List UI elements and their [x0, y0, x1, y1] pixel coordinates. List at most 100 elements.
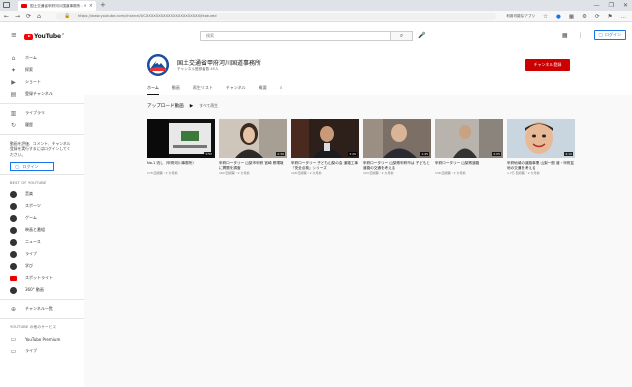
channel-avatar[interactable] — [147, 54, 169, 76]
live-icon — [10, 250, 17, 258]
forward-icon[interactable]: → — [15, 12, 20, 21]
sidebar-item-shorts[interactable]: ▶ ショート — [0, 76, 84, 88]
sidebar-item-browse-channels[interactable]: ⊕ チャンネル一覧 — [0, 303, 84, 315]
tab-close-icon[interactable]: × — [89, 3, 93, 9]
video-meta: 108 回視聴・2 か月前 — [291, 171, 322, 175]
user-icon: ◯ — [598, 32, 603, 37]
sidebar-item-label: YouTube Premium — [25, 336, 61, 342]
sidebar-divider — [0, 318, 84, 320]
uploads-section-header: アップロード動画 ▶ すべて再生 — [147, 103, 218, 109]
video-duration: 2:30 — [276, 152, 285, 156]
explore-icon: ✦ — [10, 66, 17, 74]
login-label: ログイン — [605, 32, 621, 37]
login-button[interactable]: ◯ ログイン — [593, 30, 626, 40]
lock-icon: 🔒 — [64, 13, 71, 19]
video-card[interactable]: 2:30 甲府ロータリー 山梨市甲府 宮崎 県環境に問題を調査 162 回視聴・… — [219, 119, 287, 175]
video-card[interactable]: 2:05 甲府ロータリー 山梨県道路 136 回視聴・2 か月前 — [435, 119, 503, 175]
minimize-icon[interactable]: — — [594, 1, 600, 10]
sidebar-item-label: 映画と番組 — [25, 227, 45, 233]
sidebar-item-360-video[interactable]: 360° 動画 — [0, 284, 84, 296]
feedback-icon[interactable]: ⚑ — [608, 14, 613, 20]
sidebar-item-subscriptions[interactable]: ▤ 登録チャンネル — [0, 88, 84, 100]
browser-more-icon[interactable]: … — [621, 14, 627, 20]
settings-icon[interactable]: ⚙ — [582, 14, 587, 20]
url-field[interactable]: 🔒 https://www.youtube.com/channel/UCXXXX… — [56, 13, 496, 20]
home-icon[interactable]: ⌂ — [37, 12, 41, 21]
apps-grid-icon[interactable]: ▦ — [562, 32, 568, 39]
video-thumbnail[interactable]: 3:20 — [291, 119, 359, 158]
mountain-logo-icon — [147, 54, 169, 76]
video-thumbnail[interactable]: 1:45 — [363, 119, 431, 158]
sidebar-divider — [0, 103, 84, 104]
maximize-icon[interactable]: ❐ — [609, 1, 614, 10]
news-icon — [10, 238, 17, 246]
youtube-logo[interactable]: YouTube JP — [24, 33, 64, 40]
sidebar-item-library[interactable]: ▥ ライブラリ — [0, 107, 84, 119]
video-meta: 176 回視聴・2 か月前 — [147, 171, 178, 175]
sidebar-item-home[interactable]: ⌂ ホーム — [0, 52, 84, 64]
video-shelf: 1:52 No.1 流し（甲府河川事務所） 176 回視聴・2 か月前 2:30… — [147, 119, 575, 175]
sidebar-item-learning[interactable]: 学び — [0, 260, 84, 272]
video-thumbnail[interactable]: 1:52 — [147, 119, 215, 158]
collections-icon[interactable]: ▦ — [569, 14, 574, 20]
sidebar-item-explore[interactable]: ✦ 探索 — [0, 64, 84, 76]
login-prompt: 動画を評価、コメント、チャンネル登録を実行するにはログインしてください。 — [10, 141, 71, 157]
video-card[interactable]: 4:10 甲府地域の道路事業 山梨一般 道・甲府盆地の交通を考える 1.7万 回… — [507, 119, 575, 175]
play-all-icon[interactable]: ▶ — [190, 104, 194, 109]
sidebar-item-movies[interactable]: 映画と番組 — [0, 224, 84, 236]
video-title[interactable]: No.1 流し（甲府河川事務所） — [147, 161, 215, 171]
tab-videos[interactable]: 動画 — [172, 83, 180, 95]
mic-icon[interactable]: 🎤 — [418, 32, 425, 40]
subscribe-button[interactable]: チャンネル登録 — [525, 59, 570, 71]
sidebar-item-sports[interactable]: スポーツ — [0, 200, 84, 212]
video-card[interactable]: 1:45 甲府ロータリー 山梨県甲府市は 子どもと道路の交通を考える 103 回… — [363, 119, 431, 175]
channel-search-icon[interactable]: ⌕ — [280, 83, 283, 95]
video-thumbnail[interactable]: 2:30 — [219, 119, 287, 158]
search-button[interactable]: ⌕ — [391, 31, 413, 41]
sidebar-item-spotlight[interactable]: スポットライト — [0, 272, 84, 284]
video-title[interactable]: 甲府ロータリー 山梨県道路 — [435, 161, 503, 171]
history-icon: ↻ — [10, 121, 17, 129]
video-title[interactable]: 甲府地域の道路事業 山梨一般 道・甲府盆地の交通を考える — [507, 161, 575, 171]
tab-home[interactable]: ホーム — [147, 83, 159, 95]
video-title[interactable]: 甲府ロータリー 子ども山梨の会 道路工事『安全点検』シリーズ — [291, 161, 359, 171]
video-card[interactable]: 1:52 No.1 流し（甲府河川事務所） 176 回視聴・2 か月前 — [147, 119, 215, 175]
reload-icon[interactable]: ⟳ — [26, 12, 31, 21]
window-menu-icon[interactable] — [3, 2, 10, 8]
sidebar-item-label: ニュース — [25, 239, 41, 245]
video-title[interactable]: 甲府ロータリー 山梨県甲府市は 子どもと道路の交通を考える — [363, 161, 431, 171]
sidebar-item-live-more[interactable]: ▭ ライブ — [0, 345, 84, 357]
channel-name: 国土交通省甲府河川国道事務所 — [177, 60, 262, 67]
add-circle-icon: ⊕ — [10, 305, 17, 313]
search-input[interactable]: 検索 — [200, 31, 391, 41]
tab-about[interactable]: 概要 — [259, 83, 267, 95]
back-icon[interactable]: ← — [4, 12, 9, 21]
sidebar-item-news[interactable]: ニュース — [0, 236, 84, 248]
sidebar-item-gaming[interactable]: ゲーム — [0, 212, 84, 224]
new-tab-button[interactable]: + — [100, 1, 106, 10]
section-title[interactable]: アップロード動画 — [147, 103, 184, 109]
sync-icon[interactable]: ⟳ — [595, 14, 600, 20]
sidebar-item-live[interactable]: ライブ — [0, 248, 84, 260]
video-meta: 103 回視聴・2 か月前 — [363, 171, 394, 175]
sidebar-item-premium[interactable]: ▭ YouTube Premium — [0, 333, 84, 345]
movies-icon — [10, 226, 17, 234]
sidebar-login-button[interactable]: ◯ ログイン — [10, 162, 54, 172]
favorite-star-icon[interactable]: ☆ — [543, 14, 548, 20]
hamburger-menu-icon[interactable]: ≡ — [11, 32, 17, 39]
more-options-icon[interactable]: ⋮ — [578, 32, 584, 39]
apps-available-label[interactable]: 利用可能なアプリ — [506, 14, 535, 19]
window-close-icon[interactable]: ✕ — [623, 1, 628, 10]
video-thumbnail[interactable]: 4:10 — [507, 119, 575, 158]
tab-channels[interactable]: チャンネル — [226, 83, 246, 95]
sidebar-item-label: ライブ — [25, 348, 37, 354]
extension-icon[interactable]: ● — [556, 14, 561, 20]
tab-playlists[interactable]: 再生リスト — [193, 83, 213, 95]
play-all-link[interactable]: すべて再生 — [199, 103, 218, 109]
sidebar-item-music[interactable]: 音楽 — [0, 188, 84, 200]
video-thumbnail[interactable]: 2:05 — [435, 119, 503, 158]
browser-tab[interactable]: 国土交通省甲府河川国道事務所 - YouTube × — [18, 1, 96, 11]
video-title[interactable]: 甲府ロータリー 山梨市甲府 宮崎 県環境に問題を調査 — [219, 161, 287, 171]
video-card[interactable]: 3:20 甲府ロータリー 子ども山梨の会 道路工事『安全点検』シリーズ 108 … — [291, 119, 359, 175]
sidebar-item-history[interactable]: ↻ 履歴 — [0, 119, 84, 131]
